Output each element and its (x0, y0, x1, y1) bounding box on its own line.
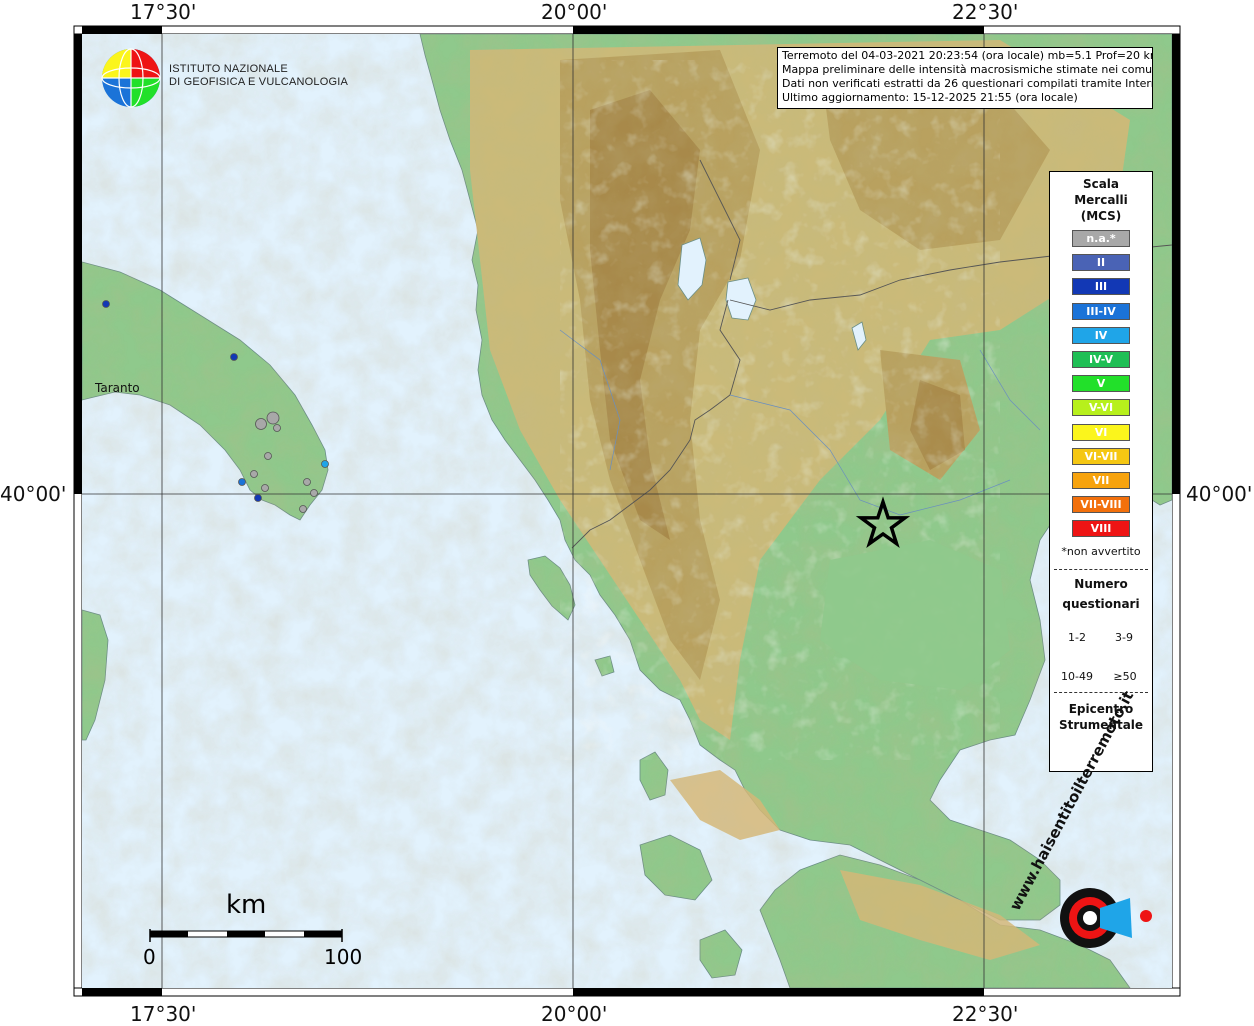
legend-title-line-2: Mercalli (1074, 193, 1128, 207)
legend-count-class-4: ≥50 (1113, 670, 1137, 683)
legend-divider (1054, 692, 1148, 693)
institution-name: ISTITUTO NAZIONALE DI GEOFISICA E VULCAN… (169, 63, 348, 89)
event-info-line-4: Ultimo aggiornamento: 15-12-2025 21:55 (… (782, 91, 1078, 104)
observation-circle (310, 489, 318, 497)
intensity-legend: Scala Mercalli (MCS) n.a.* II III III-IV IV I… (1049, 171, 1153, 772)
legend-count-class-3: 10-49 (1061, 670, 1093, 683)
legend-swatch-6: IV-V (1072, 351, 1130, 368)
observation-circle (299, 505, 307, 513)
legend-swatch-8: V-VI (1072, 399, 1130, 417)
observation-circle (261, 484, 269, 492)
legend-title: Scala Mercalli (MCS) (1050, 176, 1152, 224)
lon-tick-bottom-3: 22°30' (952, 1002, 1019, 1026)
observation-circle (303, 478, 311, 486)
legend-count-title-line-2: questionari (1062, 597, 1140, 611)
lon-tick-bottom-2: 20°00' (541, 1002, 608, 1026)
scale-bar-unit: km (226, 890, 267, 920)
legend-swatch-11: VII (1072, 472, 1130, 489)
lat-tick-left: 40°00' (0, 482, 67, 506)
relief-shading (82, 34, 1172, 988)
legend-swatch-3: III (1072, 278, 1130, 296)
legend-swatch-4: III-IV (1072, 302, 1130, 320)
legend-swatch-7: V (1072, 375, 1130, 393)
scale-bar-end: 100 (324, 945, 363, 969)
legend-count-title: Numero questionari (1050, 574, 1152, 614)
observation-circle (273, 424, 281, 432)
legend-swatch-10: VI-VII (1072, 447, 1130, 465)
lon-tick-bottom-1: 17°30' (130, 1002, 197, 1026)
observation-circle (264, 452, 272, 460)
observation-circle (250, 470, 258, 478)
legend-title-line-1: Scala (1082, 177, 1120, 191)
legend-swatch-2: II (1072, 254, 1130, 272)
event-info-line-3: Dati non verificati estratti da 26 quest… (782, 77, 1153, 90)
observation-circle (230, 353, 238, 361)
observation-circle (321, 460, 329, 468)
institution-line-1: ISTITUTO NAZIONALE (169, 63, 288, 75)
legend-swatch-1: n.a.* (1072, 230, 1130, 247)
legend-not-felt-note: *non avvertito (1061, 545, 1141, 558)
legend-count-title-line-1: Numero (1074, 577, 1128, 591)
lat-tick-right: 40°00' (1186, 482, 1253, 506)
legend-swatch-12: VII-VIII (1072, 496, 1130, 514)
legend-swatch-13: VIII (1072, 520, 1130, 538)
scale-bar-start: 0 (143, 945, 156, 969)
legend-title-line-3: (MCS) (1080, 209, 1122, 223)
observation-circle (238, 478, 246, 486)
observation-circle (266, 411, 280, 425)
event-info-line-2: Mappa preliminare delle intensità macros… (782, 63, 1153, 76)
legend-epicenter-line-1: Epicentro (1068, 702, 1134, 716)
event-info-line-1: Terremoto del 04-03-2021 20:23:54 (ora l… (782, 49, 1153, 62)
observation-circle (254, 494, 262, 502)
event-info-box: Terremoto del 04-03-2021 20:23:54 (ora l… (777, 47, 1153, 109)
legend-swatch-5: IV (1072, 326, 1130, 344)
legend-divider (1054, 569, 1148, 570)
lon-tick-top-3: 22°30' (952, 0, 1019, 24)
observation-circle (255, 418, 267, 430)
ingv-globe-icon (101, 48, 161, 108)
legend-count-class-1: 1-2 (1068, 631, 1086, 644)
lon-tick-top-1: 17°30' (130, 0, 197, 24)
city-label-taranto: Taranto (95, 381, 140, 395)
observation-circle (102, 300, 110, 308)
institution-line-2: DI GEOFISICA E VULCANOLOGIA (169, 76, 348, 88)
legend-count-class-2: 3-9 (1115, 631, 1133, 644)
legend-swatch-9: VI (1072, 423, 1130, 441)
lon-tick-top-2: 20°00' (541, 0, 608, 24)
